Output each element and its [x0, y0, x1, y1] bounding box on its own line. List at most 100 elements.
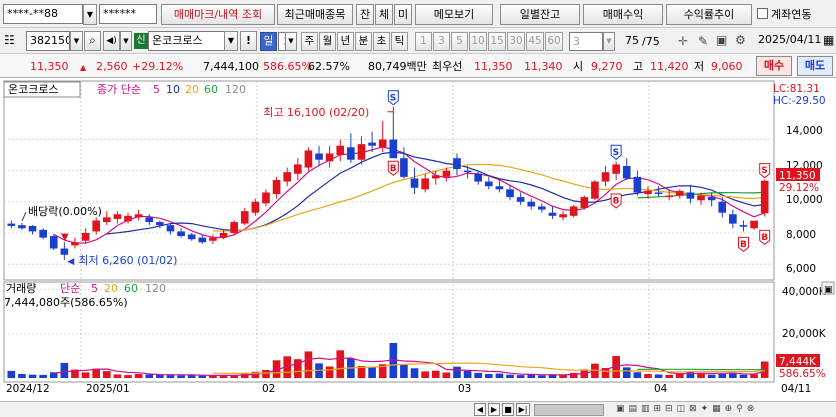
volume-bar [633, 372, 642, 378]
interval-30-button[interactable]: 30 [507, 32, 525, 51]
interval-5-button[interactable]: 5 [451, 32, 468, 51]
return-trend-button[interactable]: 수익률추이 [666, 4, 752, 25]
candle-body [601, 172, 610, 182]
executed-button[interactable]: 체 [375, 4, 393, 25]
candle-body [453, 158, 461, 170]
x-label: 04/11 [781, 383, 811, 395]
period-week-button[interactable]: 주 [301, 32, 318, 51]
interval-custom-field[interactable]: 3 [569, 32, 603, 51]
volume-bar [431, 370, 440, 378]
candle-body [187, 234, 196, 240]
grid-menu-icon[interactable]: ☷ [4, 32, 18, 48]
candle-body [156, 222, 164, 226]
chart-tools-icons[interactable]: ▣▤▥⊞⊟◫⊠✦▦⊕⚲⊗ [616, 403, 834, 417]
vol-ma20-label: 20 [104, 282, 118, 295]
draw-tool-icon[interactable]: ✎ [698, 34, 708, 48]
trade-profit-button[interactable]: 매매수익 [583, 4, 663, 25]
volume-bar [622, 367, 631, 378]
account-number-field[interactable]: ****-**88 [3, 4, 83, 24]
save-icon[interactable]: ▣ [716, 33, 727, 47]
interval-10-button[interactable]: 10 [469, 32, 487, 51]
account-link-checkbox[interactable] [757, 8, 768, 19]
price-change-pct: +29.12% [132, 60, 184, 73]
candle-body [729, 214, 737, 224]
candle-body [357, 144, 366, 160]
search-icon[interactable]: ⌕ [84, 31, 101, 51]
buy-button[interactable]: 매수 [756, 56, 792, 76]
date-field[interactable]: 2025/04/11 [755, 31, 823, 51]
interval-60-button[interactable]: 60 [545, 32, 563, 51]
period-month-button[interactable]: 월 [319, 32, 336, 51]
volume-bar [644, 374, 652, 378]
price-panel-name: 온코크로스 [8, 83, 59, 96]
volume-bar [166, 375, 175, 378]
stock-code-input[interactable]: 382150 [26, 31, 70, 51]
period-day-button[interactable]: 일 [260, 32, 277, 51]
calendar-icon[interactable]: ▦ [823, 33, 834, 47]
volume-bar [707, 374, 716, 378]
stop-button[interactable]: ■ [502, 403, 514, 416]
volume-bar [113, 374, 122, 378]
history-dropdown-button[interactable]: ▼ [120, 31, 132, 51]
unfilled-button[interactable]: 미 [394, 4, 412, 25]
scroll-end-button[interactable]: ▶| [516, 403, 530, 416]
settings-icon[interactable]: ⚙ [735, 33, 746, 47]
stock-name-dropdown[interactable]: ▼ [224, 31, 238, 51]
volume-bar [336, 350, 345, 378]
vol-ma120-label: 120 [145, 282, 166, 295]
crosshair-icon[interactable]: ✛ [678, 34, 688, 48]
volume-bar [484, 374, 493, 378]
candle-body [102, 217, 111, 223]
candle-body [739, 225, 748, 227]
trade-amount: 80,749백만 [368, 60, 427, 73]
stock-chart[interactable]: 최고 16,100 (02/20) 최저 6,260 (01/02) ◀ 배당락(0.… [0, 79, 836, 401]
sell-button[interactable]: 매도 [797, 56, 833, 76]
candle-body [675, 190, 684, 196]
scroll-right-button[interactable]: ▶ [488, 403, 500, 416]
speaker-icon[interactable]: ◀) [103, 31, 120, 51]
candle-body [209, 237, 217, 241]
account-link-label: 계좌연동 [771, 8, 812, 21]
bar-count-field[interactable]: 75 [618, 32, 642, 51]
high-annotation: 최고 16,100 (02/20) [263, 106, 369, 119]
candle-body [622, 165, 631, 179]
balance-button[interactable]: 잔 [356, 4, 374, 25]
period-second-button[interactable]: 초 [373, 32, 390, 51]
account-dropdown-button[interactable]: ▼ [83, 4, 97, 25]
scroll-thumb[interactable] [534, 404, 604, 416]
best-ask: 11,350 [474, 60, 513, 73]
memo-view-button[interactable]: 메모보기 [415, 4, 493, 25]
candle-body [665, 195, 674, 198]
period-tick-button[interactable]: 틱 [391, 32, 408, 51]
daily-balance-button[interactable]: 일별잔고 [500, 4, 580, 25]
code-dropdown-button[interactable]: ▼ [70, 31, 83, 51]
best-quote-label: 최우선 [432, 60, 463, 73]
interval-3-button[interactable]: 3 [433, 32, 450, 51]
volume-bar [686, 371, 695, 378]
volume-bar [421, 371, 429, 378]
candle-body [71, 242, 79, 246]
volume-bar [134, 374, 143, 378]
volume-bar [177, 375, 185, 378]
price-tick: 10,000 [786, 194, 823, 206]
interval-15-button[interactable]: 15 [488, 32, 506, 51]
candle-body [421, 178, 429, 190]
period-minute-button[interactable]: 분 [355, 32, 372, 51]
period-value-dropdown[interactable]: ▼ [285, 32, 297, 51]
chart-toolbar: ☷ 382150 ▼ ⌕ ◀) ▼ 신 온코크로스 ▼ ! 일 3 ▼ 주 월 … [0, 28, 836, 54]
candle-body [336, 145, 345, 156]
candle-body [389, 139, 398, 159]
chart-scroll-bar[interactable]: ◀ ▶ ■ ▶| ▣▤▥⊞⊟◫⊠✦▦⊕⚲⊗ [0, 401, 836, 417]
trade-mark-query-button[interactable]: 매매마크/내역 조회 [161, 4, 275, 25]
interval-45-button[interactable]: 45 [526, 32, 544, 51]
candle-body [527, 201, 536, 207]
recent-trades-button[interactable]: 최근매매종목 [277, 4, 353, 25]
password-field[interactable]: ****** [99, 4, 157, 24]
period-year-button[interactable]: 년 [337, 32, 354, 51]
volume-bar [463, 370, 472, 378]
scroll-left-button[interactable]: ◀ [474, 403, 486, 416]
candle-body [686, 192, 695, 199]
notice-button[interactable]: ! [240, 31, 257, 51]
interval-dropdown[interactable]: ▼ [603, 32, 615, 51]
interval-1-button[interactable]: 1 [415, 32, 432, 51]
